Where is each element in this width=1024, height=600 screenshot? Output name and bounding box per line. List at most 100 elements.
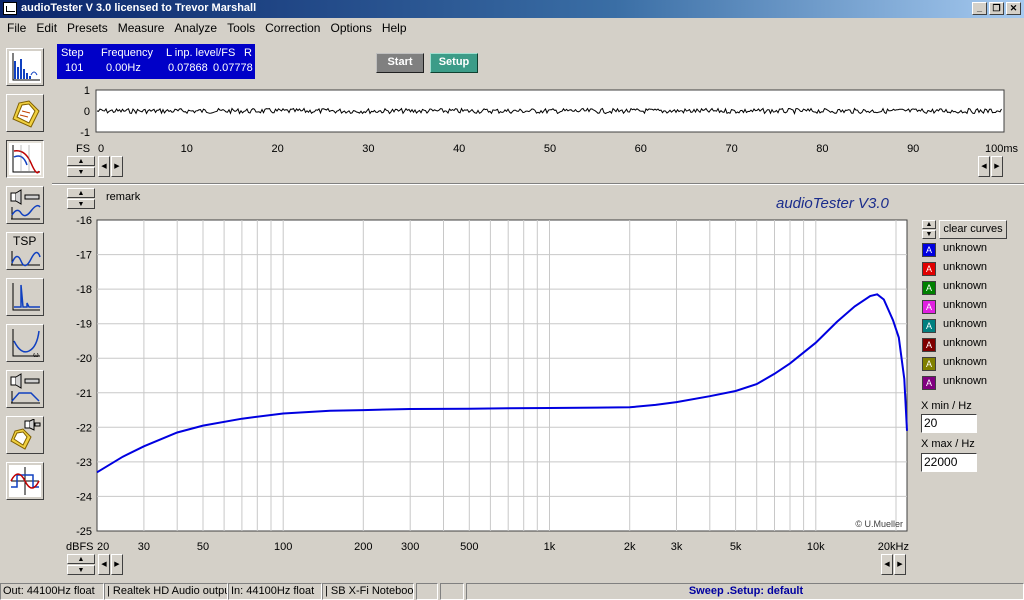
- x-tick-label: 5k: [730, 541, 742, 553]
- plot-x-left-button[interactable]: ◀: [98, 554, 110, 575]
- menu-correction[interactable]: Correction: [260, 21, 325, 35]
- scope-x-tick-label: 40: [453, 143, 465, 155]
- spectrum-button[interactable]: [6, 48, 44, 86]
- legend-item[interactable]: Aunknown: [922, 299, 1022, 315]
- tsp-label: TSP: [13, 234, 37, 248]
- scope-x-left-button[interactable]: ◀: [98, 156, 110, 177]
- scope-x-tick-label: 70: [725, 143, 737, 155]
- scope-zoom-left-button[interactable]: ◀: [978, 156, 990, 177]
- impedance-button[interactable]: ω: [6, 324, 44, 362]
- x-tick-label: 2k: [624, 541, 636, 553]
- y-tick-label: -25: [76, 526, 92, 538]
- menu-options[interactable]: Options: [325, 21, 376, 35]
- curve-color-swatch[interactable]: A: [922, 300, 936, 314]
- plot-bottom-down-button[interactable]: ▼: [67, 565, 95, 575]
- legend-item[interactable]: Aunknown: [922, 375, 1022, 391]
- x-max-input[interactable]: 22000: [921, 453, 977, 472]
- clear-curves-button[interactable]: clear curves: [939, 220, 1007, 239]
- remark-label[interactable]: remark: [106, 191, 140, 203]
- svg-text:ω: ω: [33, 351, 39, 359]
- curve-color-swatch[interactable]: A: [922, 376, 936, 390]
- menu-file[interactable]: File: [2, 21, 31, 35]
- measurement-display: Step Frequency L inp. level/FS R 101 0.0…: [57, 44, 255, 79]
- open-file-button[interactable]: [6, 94, 44, 132]
- curves-down-button[interactable]: ▼: [922, 230, 936, 239]
- legend-item[interactable]: Aunknown: [922, 318, 1022, 334]
- scope-y-tick-label: 0: [84, 106, 90, 118]
- scope-x-tick-label: 90: [907, 143, 919, 155]
- minimize-button[interactable]: _: [972, 2, 987, 15]
- curve-label: unknown: [943, 356, 988, 368]
- legend-item[interactable]: Aunknown: [922, 261, 1022, 277]
- legend-item[interactable]: Aunknown: [922, 242, 1022, 258]
- y-tick-label: -22: [76, 422, 92, 434]
- speaker-measure-button[interactable]: [6, 186, 44, 224]
- menu-measure[interactable]: Measure: [113, 21, 170, 35]
- scope-x-tick-label: 30: [362, 143, 374, 155]
- status-empty-1: [416, 583, 438, 600]
- status-output-format: Out: 44100Hz float: [0, 583, 104, 600]
- curve-color-swatch[interactable]: A: [922, 319, 936, 333]
- y-tick-label: -19: [76, 319, 92, 331]
- curve-label: unknown: [943, 318, 988, 330]
- y-tick-label: -21: [76, 388, 92, 400]
- speaker-response-button[interactable]: [6, 370, 44, 408]
- plot-bottom-up-button[interactable]: ▲: [67, 554, 95, 564]
- level-header: L inp. level/FS: [166, 47, 236, 59]
- filter-response-button[interactable]: [6, 140, 44, 178]
- curve-label: unknown: [943, 337, 988, 349]
- scope-y-up-button[interactable]: ▲: [67, 156, 95, 166]
- menu-edit[interactable]: Edit: [31, 21, 62, 35]
- setup-button[interactable]: Setup: [430, 53, 478, 73]
- scope-zoom-right-button[interactable]: ▶: [991, 156, 1003, 177]
- folder-speaker-icon: [10, 419, 41, 450]
- y-tick-label: -24: [76, 491, 92, 503]
- tsp-button[interactable]: TSP: [6, 232, 44, 270]
- x-tick-label: 20: [97, 541, 109, 553]
- scope-x-right-button[interactable]: ▶: [111, 156, 123, 177]
- folder-speaker-button[interactable]: [6, 416, 44, 454]
- legend-item[interactable]: Aunknown: [922, 280, 1022, 296]
- menu-tools[interactable]: Tools: [222, 21, 260, 35]
- scope-y-down-button[interactable]: ▼: [67, 167, 95, 177]
- status-bar: Out: 44100Hz float | Realtek HD Audio ou…: [0, 582, 1024, 600]
- close-button[interactable]: ✕: [1006, 2, 1021, 15]
- y-tick-label: -16: [76, 215, 92, 227]
- x-min-label: X min / Hz: [921, 400, 972, 412]
- legend-item[interactable]: Aunknown: [922, 337, 1022, 353]
- start-button[interactable]: Start: [376, 53, 424, 73]
- plot-zoom-right-button[interactable]: ▶: [894, 554, 906, 575]
- spectrum-icon: [9, 51, 41, 83]
- status-output-device: | Realtek HD Audio output: [104, 583, 228, 600]
- curve-label: unknown: [943, 242, 988, 254]
- curve-color-swatch[interactable]: A: [922, 338, 936, 352]
- curve-color-swatch[interactable]: A: [922, 243, 936, 257]
- plot-top-down-button[interactable]: ▼: [67, 199, 95, 209]
- menu-help[interactable]: Help: [377, 21, 412, 35]
- restore-button[interactable]: ❐: [989, 2, 1004, 15]
- plot-x-right-button[interactable]: ▶: [111, 554, 123, 575]
- menu-presets[interactable]: Presets: [62, 21, 113, 35]
- plot-top-up-button[interactable]: ▲: [67, 188, 95, 198]
- x-min-input[interactable]: 20: [921, 414, 977, 433]
- curve-color-swatch[interactable]: A: [922, 357, 936, 371]
- impulse-button[interactable]: [6, 278, 44, 316]
- status-input-format: In: 44100Hz float: [228, 583, 322, 600]
- curve-color-swatch[interactable]: A: [922, 281, 936, 295]
- scope-y-tick-label: 1: [84, 86, 90, 97]
- curve-color-swatch[interactable]: A: [922, 262, 936, 276]
- curve-label: unknown: [943, 375, 988, 387]
- plot-zoom-left-button[interactable]: ◀: [881, 554, 893, 575]
- menu-analyze[interactable]: Analyze: [169, 21, 222, 35]
- filter-response-icon: [9, 143, 41, 175]
- curve-label: unknown: [943, 280, 988, 292]
- status-input-device: | SB X-Fi Notebook: [322, 583, 414, 600]
- x-tick-label: 200: [354, 541, 372, 553]
- curve-label: unknown: [943, 299, 988, 311]
- x-tick-label: 500: [460, 541, 478, 553]
- legend-item[interactable]: Aunknown: [922, 356, 1022, 372]
- scope-x-unit-right: 100ms: [985, 143, 1019, 155]
- distortion-button[interactable]: [6, 462, 44, 500]
- curves-up-button[interactable]: ▲: [922, 220, 936, 229]
- scope-y-tick-label: -1: [80, 127, 90, 139]
